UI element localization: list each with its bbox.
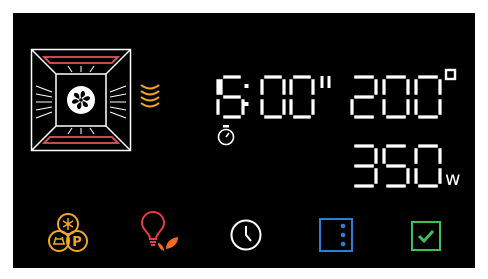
stopwatch-icon[interactable] [216,124,236,146]
time-digit-5 [219,75,245,119]
oven-control-screen: w P [0,0,488,279]
temperature-digit-0 [414,75,442,119]
degree-symbol [444,68,457,81]
power-digit-0 [414,144,442,188]
time-digit-0 [289,75,315,119]
power-unit: w [445,168,461,190]
checkmark-icon[interactable] [410,220,442,252]
power-digit-3 [354,144,378,188]
temperature-digit-0 [382,75,410,119]
time-colon-top [244,84,249,88]
temperature-digit-2 [350,75,378,119]
power-digit-5 [382,144,410,188]
clock-icon[interactable] [229,218,263,252]
svg-text:P: P [72,235,82,250]
time-colon-bottom [244,102,249,106]
snowflake-pizza-p-icon[interactable]: P [48,211,88,253]
vertical-dots-menu-icon[interactable] [318,217,354,253]
time-digit-0 [260,75,286,119]
lightbulb-leaf-icon[interactable] [136,211,182,253]
